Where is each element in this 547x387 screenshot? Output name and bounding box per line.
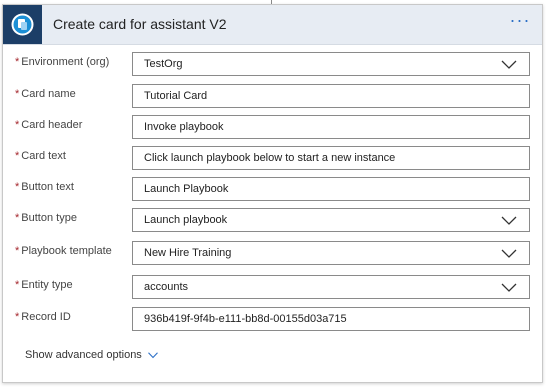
field-value: Launch Playbook	[144, 183, 229, 195]
field-label-text: Environment (org)	[21, 56, 110, 68]
required-marker: *	[15, 212, 20, 224]
button-text-label: * Button text	[15, 181, 74, 193]
required-marker: *	[15, 119, 20, 131]
field-value: TestOrg	[144, 58, 183, 70]
form-row-entity-type: * Entity type accounts	[3, 275, 542, 299]
required-marker: *	[15, 150, 20, 162]
playbook-template-dropdown[interactable]: New Hire Training	[132, 241, 530, 265]
button-text-input[interactable]: Launch Playbook	[132, 177, 530, 201]
field-value: 936b419f-9f4b-e111-bb8d-00155d03a715	[144, 313, 347, 325]
card-header[interactable]: Create card for assistant V2 ···	[3, 5, 542, 45]
show-advanced-options-label: Show advanced options	[25, 349, 142, 361]
form-row-card-header: * Card header Invoke playbook	[3, 115, 542, 139]
entity-type-dropdown[interactable]: accounts	[132, 275, 530, 299]
record-id-input[interactable]: 936b419f-9f4b-e111-bb8d-00155d03a715	[132, 307, 530, 331]
field-value: Launch playbook	[144, 214, 228, 226]
card-title: Create card for assistant V2	[53, 16, 227, 32]
field-value: Tutorial Card	[144, 90, 208, 102]
playbook-template-label: * Playbook template	[15, 245, 112, 257]
required-marker: *	[15, 311, 20, 323]
entity-type-label: * Entity type	[15, 279, 73, 291]
record-id-label: * Record ID	[15, 311, 71, 323]
form-row-button-text: * Button text Launch Playbook	[3, 177, 542, 201]
chevron-down-icon[interactable]	[501, 214, 517, 226]
form-row-card-text: * Card text Click launch playbook below to…	[3, 146, 542, 170]
button-type-label: * Button type	[15, 212, 77, 224]
field-label-text: Entity type	[21, 279, 73, 291]
chevron-down-icon[interactable]	[501, 281, 517, 293]
field-label-text: Card name	[21, 88, 76, 100]
more-options-button[interactable]: ···	[508, 11, 532, 33]
connector-logo	[3, 5, 42, 44]
environment-org-dropdown[interactable]: TestOrg	[132, 52, 530, 76]
card-header-label: * Card header	[15, 119, 82, 131]
show-advanced-options-button[interactable]: Show advanced options	[25, 349, 158, 361]
card-text-input[interactable]: Click launch playbook below to start a n…	[132, 146, 530, 170]
action-card: Create card for assistant V2 ··· * Enviro…	[2, 4, 543, 383]
field-label-text: Button text	[21, 181, 74, 193]
chevron-down-icon[interactable]	[501, 247, 517, 259]
chevron-down-icon	[147, 352, 158, 358]
field-label-text: Record ID	[21, 311, 71, 323]
card-text-label: * Card text	[15, 150, 66, 162]
field-label-text: Button type	[21, 212, 77, 224]
field-value: accounts	[144, 281, 189, 293]
field-value: Invoke playbook	[144, 121, 224, 133]
form-row-card-name: * Card name Tutorial Card	[3, 84, 542, 108]
required-marker: *	[15, 88, 20, 100]
field-label-text: Card header	[21, 119, 83, 131]
card-header-input[interactable]: Invoke playbook	[132, 115, 530, 139]
field-value: Click launch playbook below to start a n…	[144, 152, 396, 164]
button-type-dropdown[interactable]: Launch playbook	[132, 208, 530, 232]
card-name-input[interactable]: Tutorial Card	[132, 84, 530, 108]
environment-org-label: * Environment (org)	[15, 56, 109, 68]
required-marker: *	[15, 279, 20, 291]
card-name-label: * Card name	[15, 88, 76, 100]
required-marker: *	[15, 245, 20, 257]
dynamics-logo-icon	[11, 13, 34, 36]
form-row-button-type: * Button type Launch playbook	[3, 208, 542, 232]
form-row-record-id: * Record ID 936b419f-9f4b-e111-bb8d-00155d…	[3, 307, 542, 331]
field-value: New Hire Training	[144, 247, 232, 259]
form-row-environment-org: * Environment (org) TestOrg	[3, 52, 542, 76]
chevron-down-icon[interactable]	[501, 58, 517, 70]
required-marker: *	[15, 181, 20, 193]
field-label-text: Playbook template	[21, 245, 112, 257]
form-row-playbook-template: * Playbook template New Hire Training	[3, 241, 542, 265]
field-label-text: Card text	[21, 150, 66, 162]
required-marker: *	[15, 56, 20, 68]
